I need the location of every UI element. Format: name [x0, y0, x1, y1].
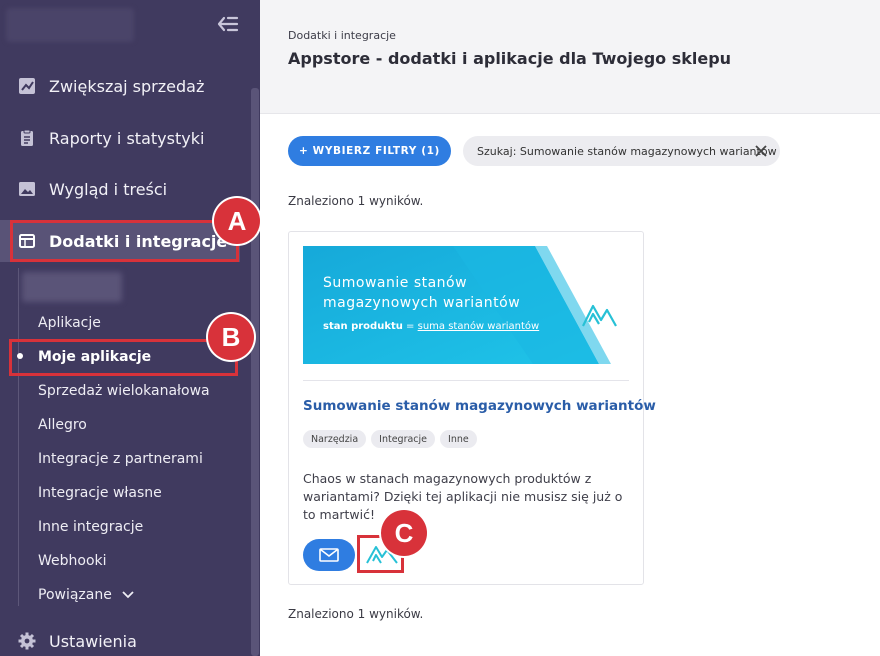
app-banner[interactable]: Sumowanie stanów magazynowych wariantów … — [303, 246, 629, 364]
page-title: Appstore - dodatki i aplikacje dla Twoje… — [288, 49, 732, 68]
annotation-badge-c: C — [381, 510, 427, 556]
annotation-badge-b: B — [208, 314, 254, 360]
banner-line-1: Sumowanie stanów — [323, 275, 468, 291]
submenu-item-sprzedaz-wielokanalowa[interactable]: Sprzedaż wielokanałowa — [38, 381, 210, 401]
sidebar-item-zwiekszaj-sprzedaz[interactable]: Zwiększaj sprzedaż — [0, 68, 240, 104]
breadcrumb[interactable]: Dodatki i integracje — [288, 29, 396, 42]
annotation-box-b — [9, 339, 238, 376]
gear-icon — [18, 632, 36, 650]
submenu-item-inne-integracje[interactable]: Inne integracje — [38, 517, 143, 537]
collapse-sidebar-icon[interactable] — [216, 14, 240, 34]
close-icon[interactable] — [754, 144, 768, 158]
sidebar-scrollbar[interactable] — [251, 88, 259, 656]
sidebar-item-label: Ustawienia — [49, 631, 137, 651]
submenu-blurred-item — [22, 272, 122, 302]
clipboard-icon — [18, 129, 36, 147]
tag-integracje[interactable]: Integracje — [371, 430, 436, 448]
sidebar-item-label: Raporty i statystyki — [49, 128, 205, 148]
app-description: Chaos w stanach magazynowych produktów z… — [303, 471, 623, 522]
mail-icon — [319, 548, 339, 562]
submenu-item-allegro[interactable]: Allegro — [38, 415, 87, 435]
submenu-item-label: Powiązane — [38, 587, 112, 603]
sidebar-item-raporty[interactable]: Raporty i statystyki — [0, 120, 240, 156]
app-title-link[interactable]: Sumowanie stanów magazynowych wariantów — [303, 398, 656, 414]
results-count: Znaleziono 1 wyników. — [288, 194, 424, 208]
submenu-line — [18, 268, 19, 606]
contact-button[interactable] — [303, 539, 355, 571]
app-card: Sumowanie stanów magazynowych wariantów … — [288, 231, 656, 585]
banner-subtitle: stan produktu = suma stanów wariantów — [323, 321, 540, 332]
store-logo-blurred — [6, 8, 134, 42]
tag-narzedzia[interactable]: Narzędzia — [303, 430, 367, 448]
main-content: Dodatki i integracje Appstore - dodatki … — [260, 0, 880, 656]
annotation-box-a — [10, 220, 239, 262]
choose-filters-button[interactable]: + WYBIERZ FILTRY (1) — [288, 136, 451, 166]
search-filter-chip: Szukaj: Sumowanie stanów magazynowych wa… — [463, 136, 780, 166]
app-tags: Narzędzia Integracje Inne — [303, 430, 477, 448]
tag-inne[interactable]: Inne — [440, 430, 477, 448]
sidebar-item-wyglad[interactable]: Wygląd i treści — [0, 171, 240, 207]
card-divider — [303, 380, 629, 381]
sidebar-item-label: Wygląd i treści — [49, 179, 168, 199]
chart-line-icon — [18, 77, 36, 95]
submenu-item-integracje-wlasne[interactable]: Integracje własne — [38, 483, 162, 503]
sidebar-item-label: Zwiększaj sprzedaż — [49, 76, 205, 96]
sidebar-item-ustawienia[interactable]: Ustawienia — [0, 623, 240, 656]
results-count-bottom: Znaleziono 1 wyników. — [288, 607, 424, 621]
image-icon — [18, 180, 36, 198]
search-chip-label: Szukaj: Sumowanie stanów magazynowych wa… — [477, 144, 777, 158]
chevron-down-icon — [122, 591, 134, 599]
submenu-item-integracje-partnerami[interactable]: Integracje z partnerami — [38, 449, 203, 469]
annotation-badge-a: A — [214, 198, 260, 244]
submenu-item-powiazane[interactable]: Powiązane — [38, 585, 134, 605]
banner-line-2: magazynowych wariantów — [323, 295, 521, 311]
page-header: Dodatki i integracje Appstore - dodatki … — [260, 0, 880, 114]
submenu-item-webhooki[interactable]: Webhooki — [38, 551, 107, 571]
submenu-item-aplikacje[interactable]: Aplikacje — [38, 313, 101, 333]
